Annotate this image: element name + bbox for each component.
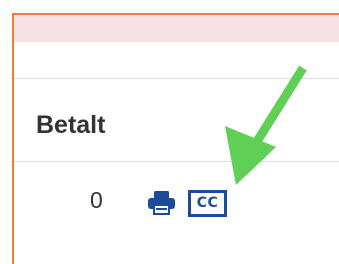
print-icon[interactable] [147, 190, 176, 216]
table-top-band [14, 15, 339, 42]
column-header-betalt: Betalt [36, 111, 106, 139]
divider [14, 78, 339, 79]
cc-label: CC [196, 195, 219, 211]
betalt-value: 0 [90, 187, 103, 213]
table-panel: Betalt [12, 13, 339, 264]
cc-icon[interactable]: CC [188, 190, 227, 217]
divider [14, 161, 339, 162]
